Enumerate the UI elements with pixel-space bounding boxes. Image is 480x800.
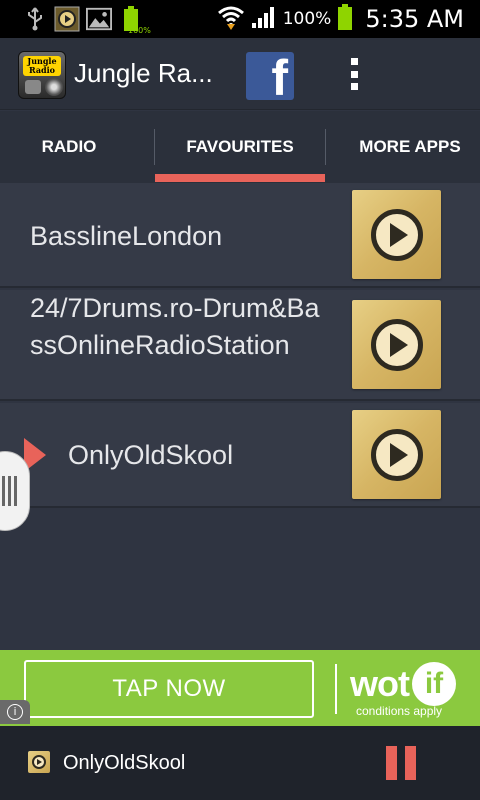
wotif-logo-text: wot [350,663,410,704]
tab-radio[interactable]: RADIO [0,111,138,183]
tab-bar: RADIO FAVOURITES MORE APPS [0,111,480,183]
wifi-icon [217,4,245,35]
app-title: Jungle Ra... [74,58,213,88]
gallery-icon [86,6,112,32]
usb-icon [22,6,48,32]
play-icon [370,208,423,261]
status-bar: 100% 100% 5:35 AM [0,0,480,38]
tab-divider [325,129,326,165]
pause-button[interactable] [386,746,416,780]
signal-icon [251,5,277,34]
play-icon [370,318,423,371]
tab-selected-indicator [155,174,325,182]
battery-percent: 100% [282,9,332,29]
battery-small-label: 100% [128,26,151,35]
play-button[interactable] [352,410,441,499]
play-button[interactable] [352,300,441,389]
ad-conditions: conditions apply [356,704,443,718]
overflow-menu-button[interactable] [340,54,368,94]
app-logo-text: Jungle Radio [23,56,61,76]
list-item[interactable]: 24/7Drums.ro-Drum&BassOnlineRadioStation [0,290,480,401]
now-playing-title: OnlyOldSkool [63,752,186,774]
clock-time: 5:35 AM [365,5,464,33]
station-name: OnlyOldSkool [68,440,234,470]
facebook-button[interactable]: f [246,52,294,100]
ad-divider [335,664,337,714]
ad-tap-now-button[interactable]: TAP NOW [24,660,314,718]
battery-icon [337,3,353,36]
now-playing-bar: OnlyOldSkool [0,726,480,800]
ad-info-icon[interactable]: i [0,700,30,724]
play-icon [370,428,423,481]
tab-more-apps[interactable]: MORE APPS [340,111,480,183]
tab-favourites[interactable]: FAVOURITES [155,111,325,183]
action-bar: Jungle Radio Jungle Ra... f [0,38,480,110]
list-item[interactable]: OnlyOldSkool [0,403,480,508]
now-playing-thumbnail-icon [28,751,50,773]
wotif-logo-if: if [411,662,456,706]
media-play-icon [54,6,80,32]
wotif-logo: wot if [350,662,456,706]
facebook-icon: f [271,52,288,100]
station-name: BasslineLondon [30,221,223,251]
list-item[interactable]: BasslineLondon [0,183,480,288]
play-button[interactable] [352,190,441,279]
ad-banner[interactable]: TAP NOW wot if conditions apply [0,650,480,726]
drawer-handle[interactable] [0,451,30,531]
station-name: 24/7Drums.ro-Drum&BassOnlineRadioStation [30,293,320,360]
app-logo-icon[interactable]: Jungle Radio [18,51,66,99]
